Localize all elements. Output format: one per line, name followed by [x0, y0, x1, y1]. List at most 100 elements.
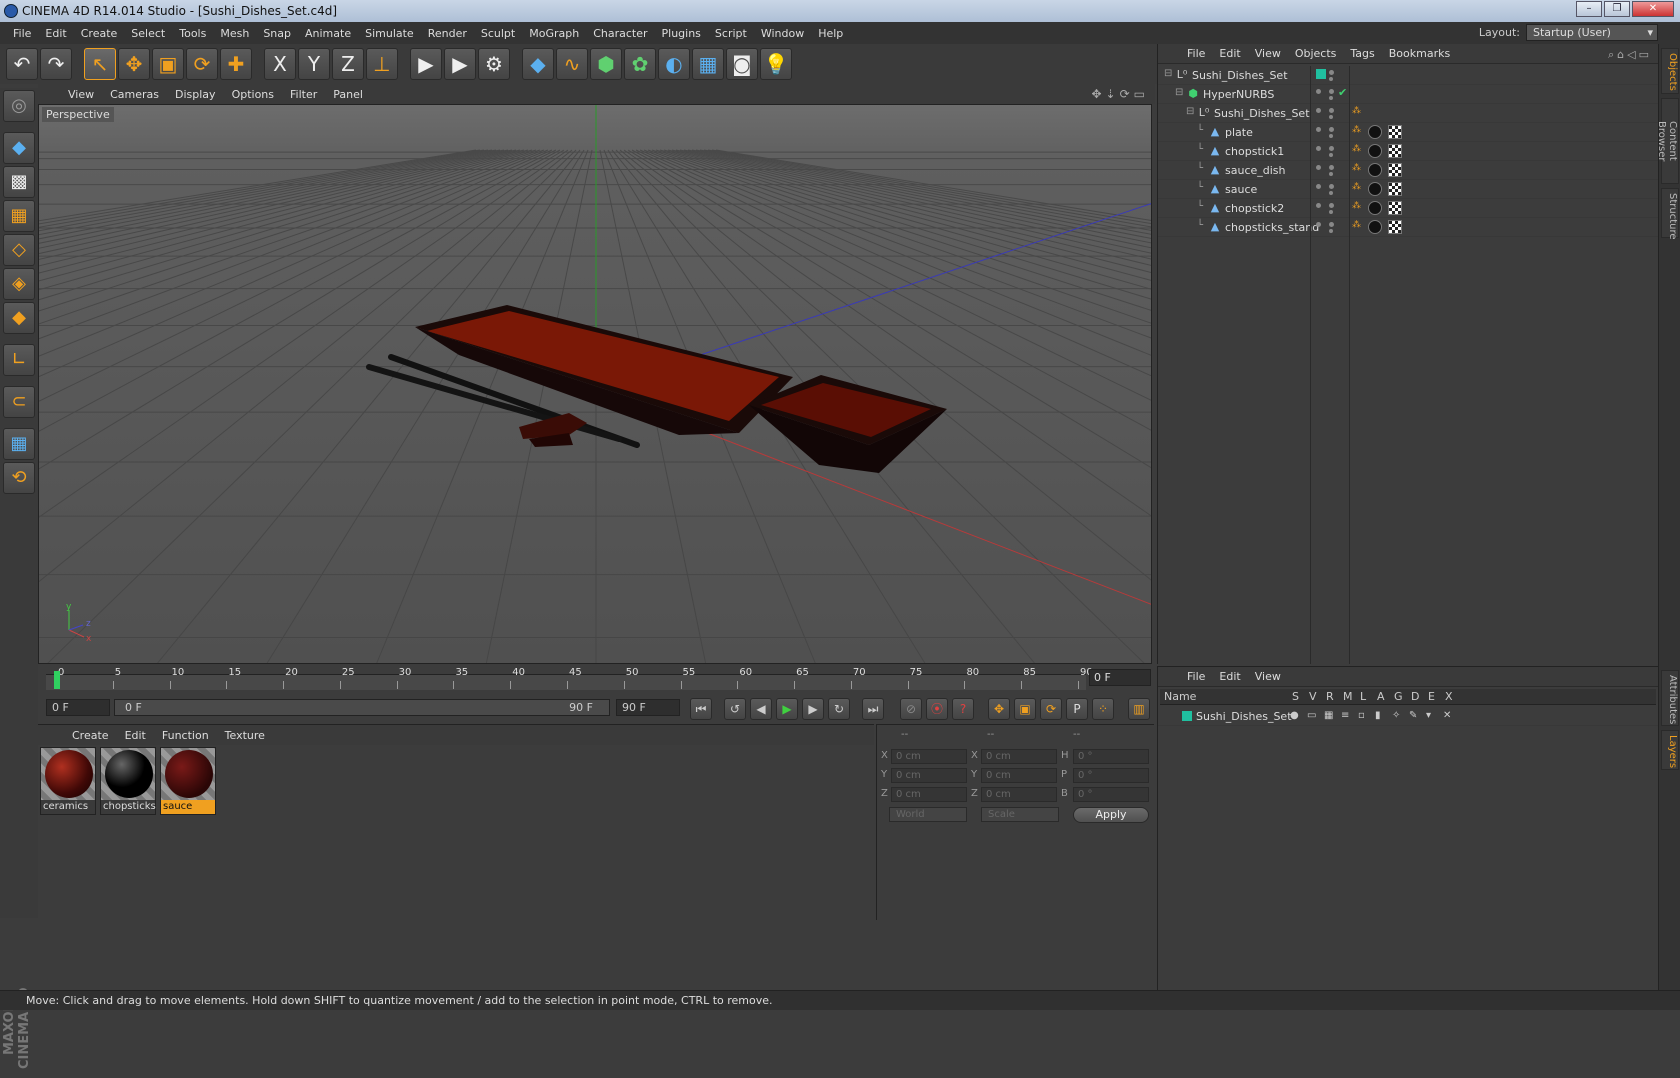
position-field[interactable]: 0 cm: [891, 787, 967, 802]
make-editable-icon[interactable]: ◎: [3, 90, 35, 122]
material-menu-function[interactable]: Function: [154, 729, 217, 742]
object-menu-edit[interactable]: Edit: [1212, 47, 1247, 60]
layer-menu-edit[interactable]: Edit: [1212, 670, 1247, 683]
menu-help[interactable]: Help: [811, 27, 850, 40]
uvw-tag-icon[interactable]: [1388, 163, 1402, 177]
snap-magnet-icon[interactable]: ⊂: [3, 386, 35, 418]
object-row-plate[interactable]: └ ▲ plate ⁂: [1158, 123, 1659, 142]
rotation-field[interactable]: 0 °: [1073, 768, 1149, 783]
tree-expander-icon[interactable]: └: [1197, 182, 1203, 193]
object-row-hypernurbs[interactable]: ⊟ ⬢ HyperNURBS ✔: [1158, 85, 1659, 104]
layer-render-toggle-icon[interactable]: ▦: [1324, 710, 1333, 721]
array-icon[interactable]: ✿: [624, 48, 656, 80]
live-select-icon[interactable]: ↖: [84, 48, 116, 80]
object-menu-view[interactable]: View: [1248, 47, 1288, 60]
viewport-menu-filter[interactable]: Filter: [282, 88, 325, 101]
tree-expander-icon[interactable]: └: [1197, 163, 1203, 174]
object-row-sauce[interactable]: └ ▲ sauce ⁂: [1158, 180, 1659, 199]
tab-structure[interactable]: Structure: [1661, 188, 1679, 240]
redo-icon[interactable]: ↷: [40, 48, 72, 80]
layer-deformers-toggle-icon[interactable]: ✎: [1409, 710, 1417, 721]
tab-objects[interactable]: Objects: [1661, 48, 1679, 94]
menu-simulate[interactable]: Simulate: [358, 27, 421, 40]
object-menu-tags[interactable]: Tags: [1343, 47, 1381, 60]
object-menu-bookmarks[interactable]: Bookmarks: [1382, 47, 1457, 60]
coordinate-space-dropdown[interactable]: World: [889, 807, 967, 822]
menu-snap[interactable]: Snap: [256, 27, 298, 40]
size-field[interactable]: 0 cm: [981, 749, 1057, 764]
tree-expander-icon[interactable]: └: [1197, 201, 1203, 212]
goto-start-icon[interactable]: ⏮: [690, 698, 712, 720]
layer-column-v[interactable]: V: [1309, 690, 1317, 703]
material-tag-icon[interactable]: [1368, 163, 1382, 177]
phong-tag-icon[interactable]: ⁂: [1352, 163, 1361, 173]
play-icon[interactable]: ▶: [776, 698, 798, 720]
tree-expander-icon[interactable]: ⊟: [1164, 68, 1172, 79]
layer-view-toggle-icon[interactable]: ▭: [1307, 710, 1316, 721]
texture-mode-icon[interactable]: ▩: [3, 166, 35, 198]
uvw-tag-icon[interactable]: [1388, 220, 1402, 234]
tab-content-browser[interactable]: Content Browser: [1656, 98, 1679, 184]
maximize-button[interactable]: ❐: [1604, 1, 1630, 17]
render-picture-viewer-icon[interactable]: ▶: [444, 48, 476, 80]
move-icon[interactable]: ✥: [118, 48, 150, 80]
material-menu-texture[interactable]: Texture: [217, 729, 273, 742]
tab-attributes[interactable]: Attributes: [1661, 670, 1679, 726]
menu-window[interactable]: Window: [754, 27, 811, 40]
end-frame-field[interactable]: 90 F: [616, 699, 680, 716]
menu-mograph[interactable]: MoGraph: [522, 27, 586, 40]
light-icon[interactable]: 💡: [760, 48, 792, 80]
timeline[interactable]: 0 5 10 15 20 25 30 35 40 45 50 55 60 65 70 75 80 85 90 0 F: [38, 666, 1155, 692]
key-pla-icon[interactable]: ⁘: [1092, 698, 1114, 720]
viewport-menu-display[interactable]: Display: [167, 88, 224, 101]
uvw-tag-icon[interactable]: [1388, 125, 1402, 139]
phong-tag-icon[interactable]: ⁂: [1352, 144, 1361, 154]
object-menu-objects[interactable]: Objects: [1288, 47, 1344, 60]
key-rotation-icon[interactable]: ⟳: [1040, 698, 1062, 720]
polygons-mode-icon[interactable]: ◆: [3, 302, 35, 334]
viewport-menu-cameras[interactable]: Cameras: [102, 88, 167, 101]
record-keys-icon[interactable]: ⊘: [900, 698, 922, 720]
start-frame-field[interactable]: 0 F: [46, 699, 110, 716]
layer-column-m[interactable]: M: [1343, 690, 1353, 703]
prev-frame-icon[interactable]: ◀: [750, 698, 772, 720]
layer-column-d[interactable]: D: [1411, 690, 1419, 703]
layer-column-s[interactable]: S: [1292, 690, 1299, 703]
axis-mode-icon[interactable]: ∟: [3, 344, 35, 376]
render-view-icon[interactable]: ▶: [410, 48, 442, 80]
layer-generators-toggle-icon[interactable]: ✧: [1392, 710, 1400, 721]
layer-manager-toggle-icon[interactable]: ≡: [1341, 710, 1349, 721]
uvw-tag-icon[interactable]: [1388, 144, 1402, 158]
coordinate-system-icon[interactable]: ⊥: [366, 48, 398, 80]
timeline-window-icon[interactable]: ▥: [1128, 698, 1150, 720]
layer-column-x[interactable]: X: [1445, 690, 1453, 703]
object-row-sushi_dishes_set[interactable]: ⊟ L⁰ Sushi_Dishes_Set: [1158, 66, 1659, 85]
current-frame-field[interactable]: 0 F: [1089, 669, 1151, 686]
floor-icon[interactable]: ▦: [692, 48, 724, 80]
material-tag-icon[interactable]: [1368, 144, 1382, 158]
nurbs-icon[interactable]: ⬢: [590, 48, 622, 80]
tree-expander-icon[interactable]: └: [1197, 125, 1203, 136]
frame-range-slider[interactable]: 0 F 90 F: [114, 699, 610, 716]
perspective-viewport[interactable]: Perspective y x z: [38, 104, 1152, 664]
material-chopsticks[interactable]: chopsticks: [100, 747, 156, 815]
rotation-field[interactable]: 0 °: [1073, 749, 1149, 764]
timeline-ruler[interactable]: 0 5 10 15 20 25 30 35 40 45 50 55 60 65 70 75 80 85 90: [46, 667, 1093, 690]
coordinate-mode-dropdown[interactable]: Scale: [981, 807, 1059, 822]
size-field[interactable]: 0 cm: [981, 768, 1057, 783]
layer-column-l[interactable]: L: [1360, 690, 1366, 703]
phong-tag-icon[interactable]: ⁂: [1352, 220, 1361, 230]
camera-icon[interactable]: ◙: [726, 48, 758, 80]
layer-column-g[interactable]: G: [1394, 690, 1403, 703]
position-field[interactable]: 0 cm: [891, 768, 967, 783]
layer-animation-toggle-icon[interactable]: ▮: [1375, 710, 1381, 721]
autokey-icon[interactable]: ⦿: [926, 698, 948, 720]
close-button[interactable]: ✕: [1632, 1, 1674, 17]
material-menu-create[interactable]: Create: [64, 729, 117, 742]
points-mode-icon[interactable]: ◇: [3, 234, 35, 266]
menu-select[interactable]: Select: [124, 27, 172, 40]
scale-icon[interactable]: ▣: [152, 48, 184, 80]
viewport-menu-options[interactable]: Options: [224, 88, 282, 101]
material-sauce[interactable]: sauce: [160, 747, 216, 815]
object-row-chopstick2[interactable]: └ ▲ chopstick2 ⁂: [1158, 199, 1659, 218]
